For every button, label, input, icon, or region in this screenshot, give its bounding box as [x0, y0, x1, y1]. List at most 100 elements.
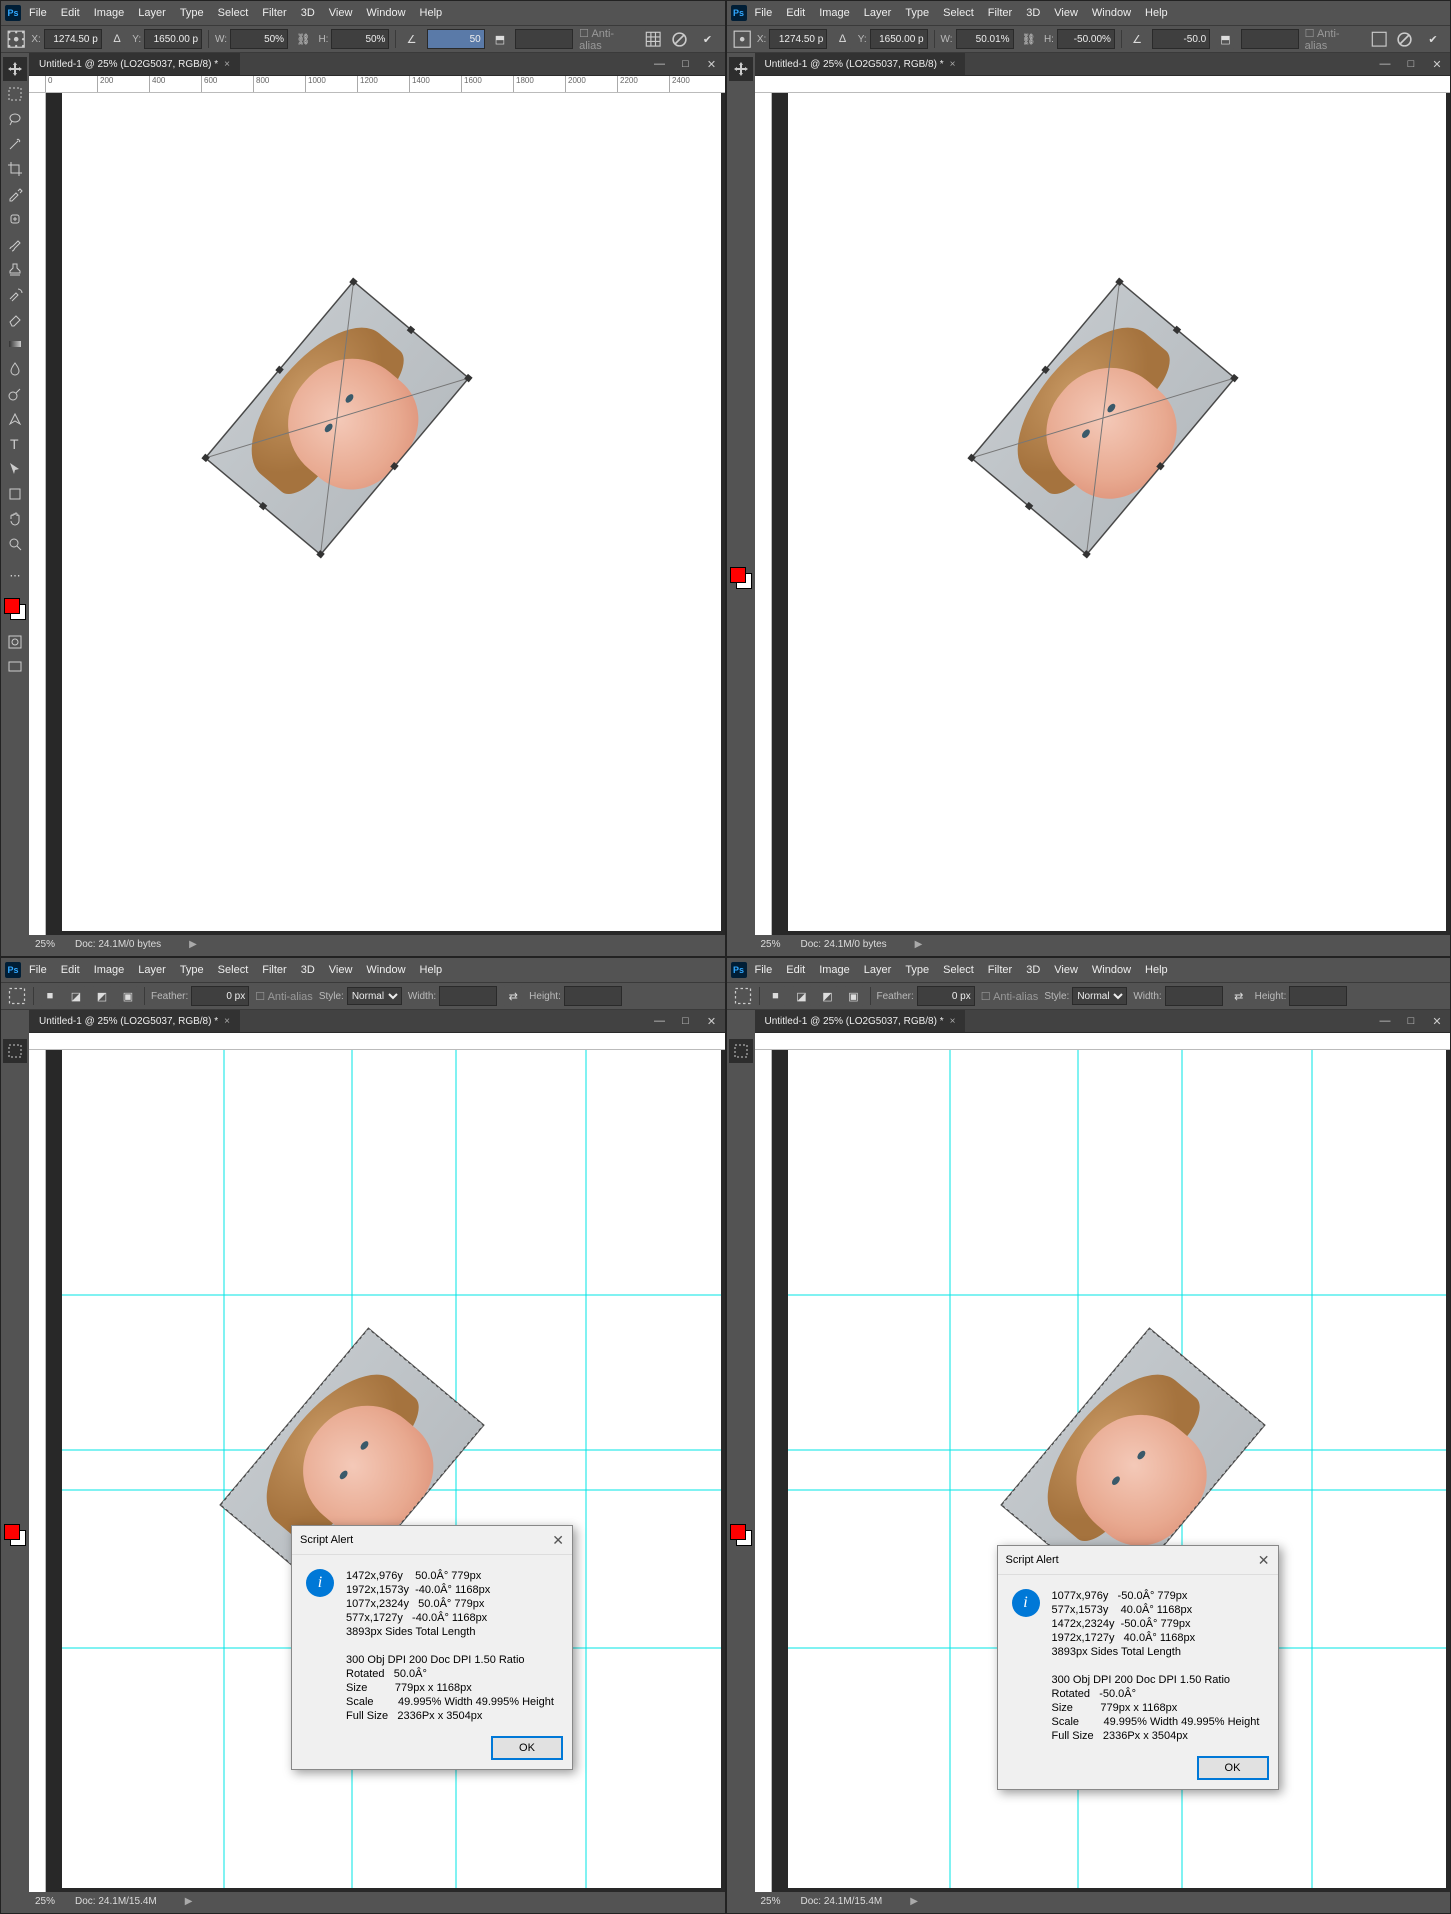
- edit-toolbar-icon[interactable]: ⋯: [3, 563, 27, 587]
- gradient-tool[interactable]: [3, 332, 27, 356]
- path-select-tool[interactable]: [729, 457, 753, 481]
- warp-icon[interactable]: [644, 29, 662, 49]
- link-icon[interactable]: ⛓: [294, 29, 312, 49]
- tab-close-icon[interactable]: ×: [950, 59, 956, 70]
- document-tab[interactable]: Untitled-1 @ 25% (LO2G5037, RGB/8) *×: [29, 1010, 240, 1032]
- marquee-tool[interactable]: [729, 1039, 753, 1063]
- link-icon[interactable]: ⛓: [1020, 29, 1038, 49]
- warp-icon[interactable]: [1370, 29, 1388, 49]
- type-tool[interactable]: [3, 1389, 27, 1413]
- crop-tool[interactable]: [729, 157, 753, 181]
- delta-icon[interactable]: Δ: [108, 29, 126, 49]
- canvas[interactable]: [772, 93, 1451, 935]
- dodge-tool[interactable]: [3, 1339, 27, 1363]
- new-selection-icon[interactable]: ■: [40, 986, 60, 1006]
- menu-layer[interactable]: Layer: [132, 5, 172, 21]
- tab-close-icon[interactable]: ×: [224, 1016, 230, 1027]
- menu-image[interactable]: Image: [88, 5, 131, 21]
- canvas[interactable]: Script Alert✕ i 1077x,976y -50.0Â° 779px…: [772, 1050, 1451, 1892]
- intersect-selection-icon[interactable]: ▣: [844, 986, 864, 1006]
- tab-close-icon[interactable]: ×: [224, 59, 230, 70]
- document-tab[interactable]: Untitled-1 @ 25% (LO2G5037, RGB/8) *×: [755, 1010, 966, 1032]
- history-brush-tool[interactable]: [3, 282, 27, 306]
- gradient-tool[interactable]: [3, 1289, 27, 1313]
- window-min-icon[interactable]: —: [1372, 54, 1398, 74]
- brush-tool[interactable]: [3, 232, 27, 256]
- path-select-tool[interactable]: [3, 457, 27, 481]
- menu-3d[interactable]: 3D: [295, 5, 321, 21]
- color-swatch[interactable]: [4, 598, 26, 620]
- dodge-tool[interactable]: [3, 382, 27, 406]
- canvas[interactable]: [46, 93, 725, 935]
- marquee-tool[interactable]: [729, 82, 753, 106]
- menu-edit[interactable]: Edit: [55, 5, 86, 21]
- shape-tool[interactable]: [729, 482, 753, 506]
- status-flyout-icon[interactable]: ▶: [189, 939, 197, 950]
- stamp-tool[interactable]: [3, 257, 27, 281]
- wand-tool[interactable]: [3, 1089, 27, 1113]
- menu-window[interactable]: Window: [360, 5, 411, 21]
- add-selection-icon[interactable]: ◪: [66, 986, 86, 1006]
- window-min-icon[interactable]: —: [647, 54, 673, 74]
- eyedropper-tool[interactable]: [3, 182, 27, 206]
- wand-tool[interactable]: [3, 132, 27, 156]
- eraser-tool[interactable]: [729, 307, 753, 331]
- move-tool[interactable]: [3, 57, 27, 81]
- transform-x[interactable]: [769, 29, 827, 49]
- wand-tool[interactable]: [729, 132, 753, 156]
- delta-icon[interactable]: Δ: [833, 29, 851, 49]
- heal-tool[interactable]: [3, 1164, 27, 1188]
- dialog-close-icon[interactable]: ✕: [552, 1532, 564, 1549]
- type-tool[interactable]: T: [3, 432, 27, 456]
- dialog-close-icon[interactable]: ✕: [1258, 1552, 1270, 1569]
- move-tool[interactable]: [729, 57, 753, 81]
- zoom-tool[interactable]: [3, 532, 27, 556]
- color-swatch[interactable]: [730, 1524, 752, 1546]
- menu-type[interactable]: Type: [174, 5, 210, 21]
- cancel-transform-button[interactable]: [668, 28, 690, 50]
- pen-tool[interactable]: [3, 1364, 27, 1388]
- transform-h[interactable]: [331, 29, 389, 49]
- style-select[interactable]: Normal: [1072, 987, 1127, 1005]
- gradient-tool[interactable]: [729, 332, 753, 356]
- transform-skew[interactable]: [1241, 29, 1299, 49]
- sub-selection-icon[interactable]: ◩: [92, 986, 112, 1006]
- shape-tool[interactable]: [3, 1439, 27, 1463]
- canvas[interactable]: Script Alert✕ i 1472x,976y 50.0Â° 779px …: [46, 1050, 725, 1892]
- add-selection-icon[interactable]: ◪: [792, 986, 812, 1006]
- blur-tool[interactable]: [729, 357, 753, 381]
- color-swatch[interactable]: [4, 1524, 26, 1546]
- heal-tool[interactable]: [729, 207, 753, 231]
- crop-tool[interactable]: [3, 157, 27, 181]
- window-max-icon[interactable]: □: [1398, 54, 1424, 74]
- brush-tool[interactable]: [3, 1189, 27, 1213]
- transform-x[interactable]: [44, 29, 102, 49]
- eyedropper-tool[interactable]: [729, 182, 753, 206]
- sub-selection-icon[interactable]: ◩: [818, 986, 838, 1006]
- document-tab[interactable]: Untitled-1 @ 25% (LO2G5037, RGB/8) *×: [29, 53, 240, 75]
- window-close-icon[interactable]: ✕: [1424, 54, 1450, 74]
- menu-select[interactable]: Select: [212, 5, 255, 21]
- ok-button[interactable]: OK: [1198, 1757, 1268, 1779]
- path-select-tool[interactable]: [3, 1414, 27, 1438]
- marquee-preset-icon[interactable]: [7, 986, 27, 1006]
- feather-input[interactable]: [917, 986, 975, 1006]
- screenmode-icon[interactable]: [3, 655, 27, 679]
- commit-transform-button[interactable]: ✔: [1422, 28, 1444, 50]
- hand-tool[interactable]: [729, 507, 753, 531]
- reference-point-icon[interactable]: [7, 29, 25, 49]
- crop-tool[interactable]: [3, 1114, 27, 1138]
- type-tool[interactable]: [729, 432, 753, 456]
- new-selection-icon[interactable]: ■: [766, 986, 786, 1006]
- dodge-tool[interactable]: [729, 382, 753, 406]
- shape-tool[interactable]: [3, 482, 27, 506]
- menu-file[interactable]: File: [23, 5, 53, 21]
- marquee-tool[interactable]: [3, 82, 27, 106]
- lasso-tool[interactable]: [3, 1064, 27, 1088]
- transform-w[interactable]: [230, 29, 288, 49]
- cancel-transform-button[interactable]: [1394, 28, 1416, 50]
- status-zoom[interactable]: 25%: [35, 939, 55, 950]
- history-brush-tool[interactable]: [729, 282, 753, 306]
- commit-transform-button[interactable]: ✔: [696, 28, 718, 50]
- antialias-check[interactable]: ☐ Anti-alias: [579, 27, 632, 52]
